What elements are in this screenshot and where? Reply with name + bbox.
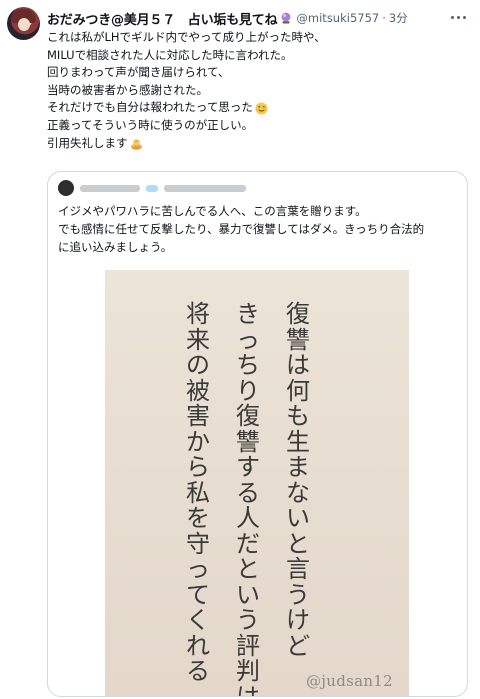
quoted-tweet-card[interactable]: イジメやパワハラに苦しんでる人へ、この言葉を贈ります。 でも感情に任せて反撃した… xyxy=(47,171,468,697)
display-name[interactable]: おだみつき@美月５７ 占い垢も見てね xyxy=(47,9,278,28)
tweet-text-span: 正義ってそういう時に使うのが正しい。 xyxy=(47,117,254,132)
quoted-tweet-text: イジメやパワハラに苦しんでる人へ、この言葉を贈ります。 でも感情に任せて反撃した… xyxy=(58,202,458,256)
more-dot-icon xyxy=(462,15,466,19)
timestamp[interactable]: 3分 xyxy=(389,10,408,26)
quoted-tweet-header xyxy=(58,180,252,196)
more-dot-icon xyxy=(456,15,460,19)
smiling-face-icon xyxy=(255,102,268,115)
tweet-text-span: これは私がLHでギルド内でやって成り上がった時や、 xyxy=(47,30,326,44)
more-dot-icon xyxy=(450,15,454,19)
avatar[interactable] xyxy=(7,7,40,40)
tweet-text-line: それだけでも自分は報われたって思った xyxy=(47,99,467,117)
tweet-text-line: 正義ってそういう時に使うのが正しい。 xyxy=(47,117,467,135)
tweet-text-span: 引用失礼します xyxy=(47,135,128,150)
image-watermark: @judsan12 xyxy=(305,672,393,690)
tweet: おだみつき@美月５７ 占い垢も見てね @mitsuki5757 · 3分 これは… xyxy=(0,0,480,699)
avatar-face xyxy=(18,18,30,31)
crystal-ball-icon xyxy=(282,12,291,24)
tweet-text-span: それだけでも自分は報われたって思った xyxy=(47,100,253,115)
bowing-person-icon xyxy=(130,139,142,150)
quote-column-2: きっちり復讐する人だという評判は xyxy=(236,300,260,697)
quoted-text-line: に追い込みましょう。 xyxy=(58,240,173,254)
tweet-text-span: 当時の被害者から感謝された。 xyxy=(47,82,208,97)
tweet-text: これは私がLHでギルド内でやって成り上がった時や、 MILUで相談された人に対応… xyxy=(47,29,467,152)
header-separator: · xyxy=(382,11,386,25)
handle[interactable]: @mitsuki5757 xyxy=(296,11,379,25)
quote-image[interactable]: 復讐は何も生まないと言うけど きっちり復讐する人だという評判は 将来の被害から私… xyxy=(105,270,409,697)
quote-column-3: 将来の被害から私を守ってくれる xyxy=(186,300,210,685)
tweet-text-span: 回りまわって声が聞き届けられて、 xyxy=(47,65,230,80)
tweet-text-line: 当時の被害者から感謝された。 xyxy=(47,82,467,100)
quoted-avatar[interactable] xyxy=(58,180,74,196)
quote-column-1: 復讐は何も生まないと言うけど xyxy=(286,300,310,660)
tweet-text-line: これは私がLHでギルド内でやって成り上がった時や、 xyxy=(47,29,467,47)
tweet-text-span: MILUで相談された人に対応した時に言われた。 xyxy=(47,47,293,62)
tweet-text-line: MILUで相談された人に対応した時に言われた。 xyxy=(47,47,467,65)
tweet-text-line: 回りまわって声が聞き届けられて、 xyxy=(47,64,467,82)
verified-badge-icon xyxy=(146,184,158,192)
quoted-text-line: でも感情に任せて反撃したり、暴力で復讐してはダメ。きっちり合法的 xyxy=(58,222,425,236)
quoted-handle-redacted xyxy=(164,184,246,192)
tweet-text-line: 引用失礼します xyxy=(47,135,467,153)
quoted-name-redacted xyxy=(80,184,140,192)
quoted-text-line: イジメやパワハラに苦しんでる人へ、この言葉を贈ります。 xyxy=(58,204,367,218)
more-options-button[interactable] xyxy=(448,9,468,25)
tweet-header: おだみつき@美月５７ 占い垢も見てね @mitsuki5757 · 3分 xyxy=(47,9,408,28)
